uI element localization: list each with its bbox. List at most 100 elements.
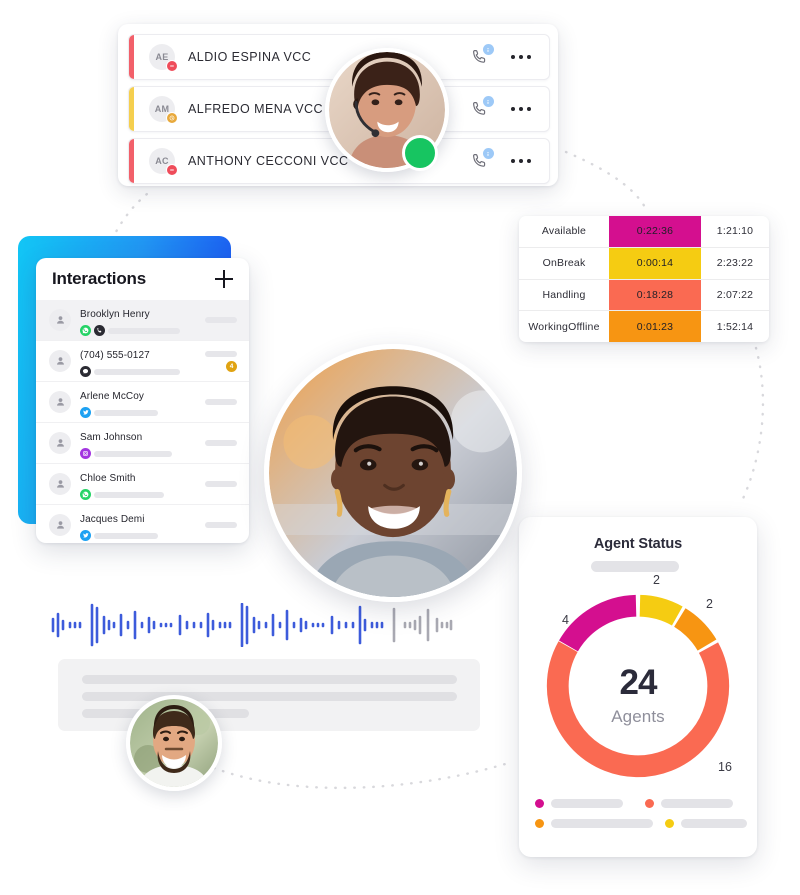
- state-timer: 0:00:14: [609, 247, 701, 279]
- whatsapp-icon: [80, 489, 91, 500]
- donut-label-handling: 16: [718, 760, 732, 774]
- timestamp-placeholder: [205, 522, 237, 528]
- user-icon: [49, 391, 71, 413]
- agent-status-card: Agent Status 2 2 4 16 24 Agents: [519, 517, 757, 857]
- state-total: 1:52:14: [716, 320, 754, 333]
- row-actions: [471, 44, 531, 66]
- subtitle-placeholder: [591, 561, 679, 572]
- contact-name: Jacques Demi: [80, 514, 145, 525]
- ellipsis-icon[interactable]: [510, 158, 531, 164]
- info-glyph: [487, 99, 489, 104]
- info-glyph: [487, 47, 489, 52]
- row-actions: [471, 148, 531, 170]
- state-label: Handling: [542, 288, 586, 301]
- channel-row: [80, 448, 205, 459]
- total-agents-value: 24: [619, 663, 658, 702]
- interactions-panel: Interactions Brooklyn Henry (704) 555-01…: [36, 258, 249, 543]
- status-badge: [166, 164, 178, 176]
- info-icon: [482, 96, 494, 107]
- legend-item-available: [535, 799, 633, 808]
- legend-dot: [535, 819, 544, 828]
- donut-label-onbreak: 2: [653, 573, 660, 587]
- status-accent-bar: [129, 139, 134, 183]
- list-item[interactable]: Sam Johnson: [36, 423, 249, 464]
- timestamp-placeholder: [205, 399, 237, 405]
- preview-placeholder: [94, 450, 172, 457]
- state-total: 1:21:10: [716, 225, 754, 238]
- chat-bubble-icon: [80, 366, 91, 377]
- interaction-meta: Jacques Demi: [80, 509, 205, 541]
- ellipsis-icon[interactable]: [510, 106, 531, 112]
- minus-icon: [170, 65, 174, 67]
- interaction-right: [205, 399, 237, 405]
- timestamp-placeholder: [205, 440, 237, 446]
- donut-label-available: 4: [562, 613, 569, 627]
- contact-name: Arlene McCoy: [80, 391, 144, 402]
- transcript-card: [58, 659, 480, 731]
- avatar: AC: [149, 148, 178, 176]
- status-accent-bar: [129, 87, 134, 131]
- audio-waveform[interactable]: [50, 603, 456, 647]
- state-label: Available: [541, 225, 587, 238]
- status-badge: [166, 112, 178, 124]
- channel-row: [80, 530, 205, 541]
- interaction-right: [205, 440, 237, 446]
- agent-name: ALFREDO MENA VCC: [188, 102, 324, 116]
- preview-placeholder: [94, 409, 158, 416]
- user-icon: [49, 514, 71, 536]
- total-agents-label: Agents: [611, 707, 665, 726]
- preview-placeholder: [94, 368, 180, 375]
- avatar-initials: AC: [155, 156, 169, 166]
- row-actions: [471, 96, 531, 118]
- illustration-stage: AE ALDIO ESPINA VCC AM ALFREDO MENA VCC …: [0, 0, 800, 895]
- state-timer: 0:01:23: [609, 311, 701, 342]
- instagram-icon: [80, 448, 91, 459]
- agent-name: ANTHONY CECCONI VCC: [188, 154, 349, 168]
- legend-label-placeholder: [551, 799, 623, 808]
- whatsapp-icon: [80, 325, 91, 336]
- preview-placeholder: [94, 532, 158, 539]
- legend-item-handling: [645, 799, 743, 808]
- contact-name: Sam Johnson: [80, 432, 143, 443]
- caller-photo: [126, 695, 222, 791]
- state-timer: 0:18:28: [609, 279, 701, 311]
- phone-icon[interactable]: [471, 96, 494, 118]
- list-item[interactable]: Arlene McCoy: [36, 382, 249, 423]
- agent-name: ALDIO ESPINA VCC: [188, 50, 312, 64]
- donut-label-workingoffline: 2: [706, 597, 713, 611]
- channel-row: [80, 366, 205, 377]
- interaction-meta: Chloe Smith: [80, 468, 205, 500]
- user-icon: [49, 432, 71, 454]
- ellipsis-icon[interactable]: [510, 54, 531, 60]
- avatar: AM: [149, 96, 178, 124]
- legend-item-onbreak: [665, 819, 747, 828]
- preview-placeholder: [94, 491, 164, 498]
- user-icon: [49, 473, 71, 495]
- info-icon: [482, 44, 494, 55]
- chart-legend: [535, 799, 747, 839]
- interaction-right: 4: [205, 350, 237, 372]
- channel-row: [80, 325, 205, 336]
- legend-row: [535, 819, 747, 828]
- phone-icon[interactable]: [471, 44, 494, 66]
- legend-row: [535, 799, 743, 808]
- user-icon: [49, 350, 71, 372]
- interaction-right: [205, 481, 237, 487]
- interaction-right: [205, 317, 237, 323]
- list-item[interactable]: (704) 555-0127 4: [36, 341, 249, 382]
- contact-name: Chloe Smith: [80, 473, 136, 484]
- state-label: WorkingOffline: [528, 320, 600, 333]
- phone-icon[interactable]: [471, 148, 494, 170]
- page-title: Interactions: [52, 269, 146, 288]
- interaction-right: [205, 522, 237, 528]
- list-item[interactable]: Jacques Demi: [36, 505, 249, 543]
- table-row: OnBreak 0:00:14 2:23:22: [519, 247, 769, 280]
- unread-count-badge: 4: [226, 360, 237, 372]
- legend-dot: [665, 819, 674, 828]
- legend-item-workingoffline: [535, 819, 653, 828]
- table-row: WorkingOffline 0:01:23 1:52:14: [519, 311, 769, 342]
- minus-icon: [170, 169, 174, 171]
- list-item[interactable]: Brooklyn Henry: [36, 300, 249, 341]
- list-item[interactable]: Chloe Smith: [36, 464, 249, 505]
- plus-icon[interactable]: [215, 270, 233, 288]
